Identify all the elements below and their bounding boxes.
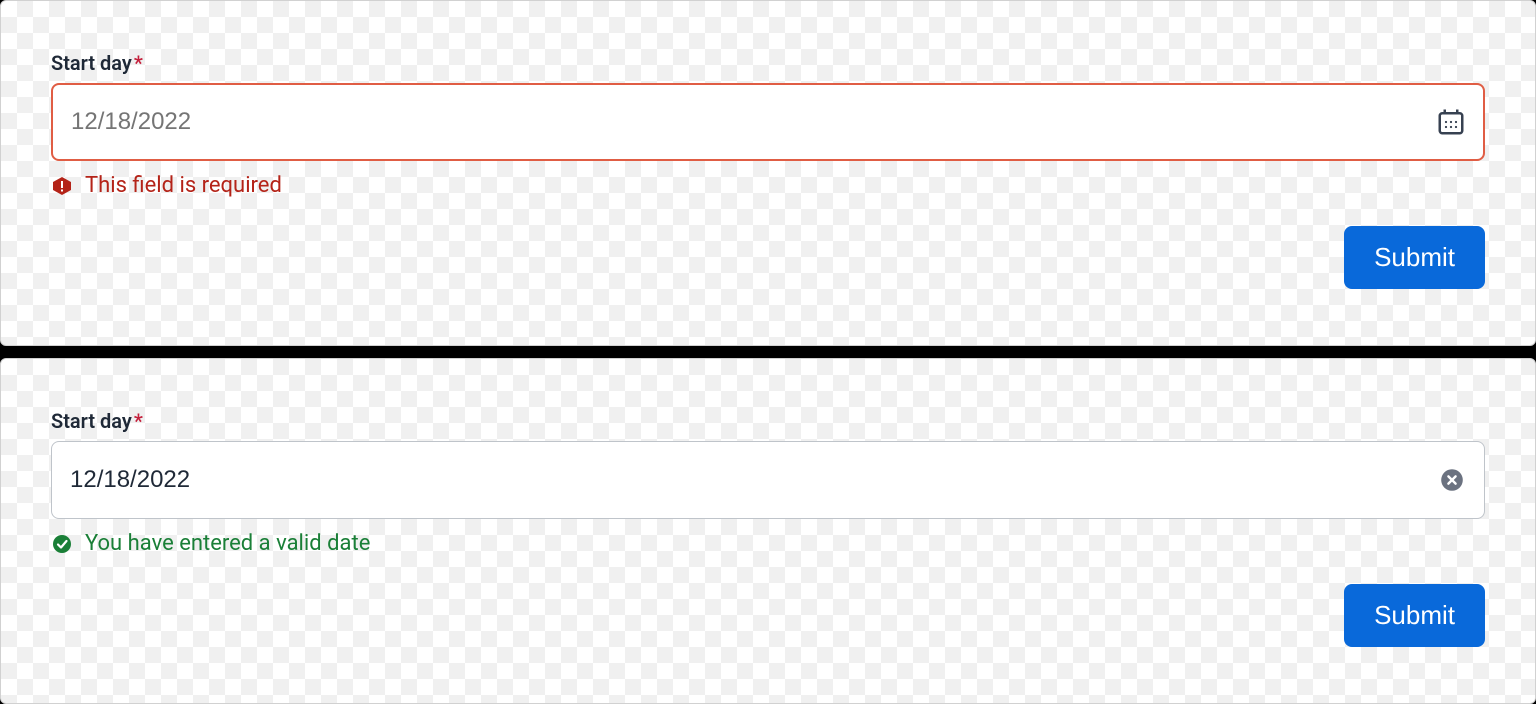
label-row: Start day* — [51, 51, 1485, 75]
required-asterisk: * — [134, 409, 143, 433]
check-icon — [51, 533, 73, 555]
label-row: Start day* — [51, 409, 1485, 433]
start-day-field-group: Start day* You have entered a valid date — [51, 409, 1485, 556]
start-day-input-wrap[interactable] — [51, 441, 1485, 519]
start-day-label: Start day — [51, 51, 132, 75]
error-message-text: This field is required — [85, 173, 282, 198]
form-panel-valid: Start day* You have entered a valid date — [0, 358, 1536, 704]
clear-icon[interactable] — [1436, 464, 1468, 496]
form-panel-error: Start day* — [0, 0, 1536, 346]
actions-row: Submit — [51, 584, 1485, 647]
success-message-row: You have entered a valid date — [51, 531, 1485, 556]
required-asterisk: * — [134, 51, 143, 75]
success-message-text: You have entered a valid date — [85, 531, 370, 556]
calendar-icon[interactable] — [1435, 106, 1467, 138]
submit-button[interactable]: Submit — [1344, 584, 1485, 647]
actions-row: Submit — [51, 226, 1485, 289]
start-day-input[interactable] — [71, 85, 1423, 159]
start-day-input-wrap[interactable] — [51, 83, 1485, 161]
start-day-field-group: Start day* — [51, 51, 1485, 198]
start-day-input[interactable] — [70, 442, 1424, 518]
start-day-label: Start day — [51, 409, 132, 433]
submit-button[interactable]: Submit — [1344, 226, 1485, 289]
warning-icon — [51, 175, 73, 197]
error-message-row: This field is required — [51, 173, 1485, 198]
